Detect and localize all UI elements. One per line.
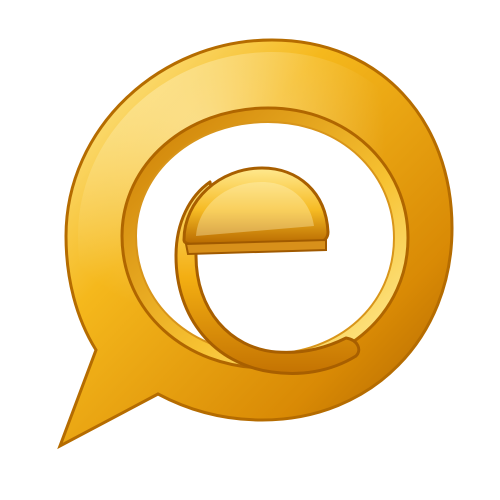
logo-canvas [0, 0, 500, 500]
gold-chat-bubble-e-icon [57, 38, 454, 450]
